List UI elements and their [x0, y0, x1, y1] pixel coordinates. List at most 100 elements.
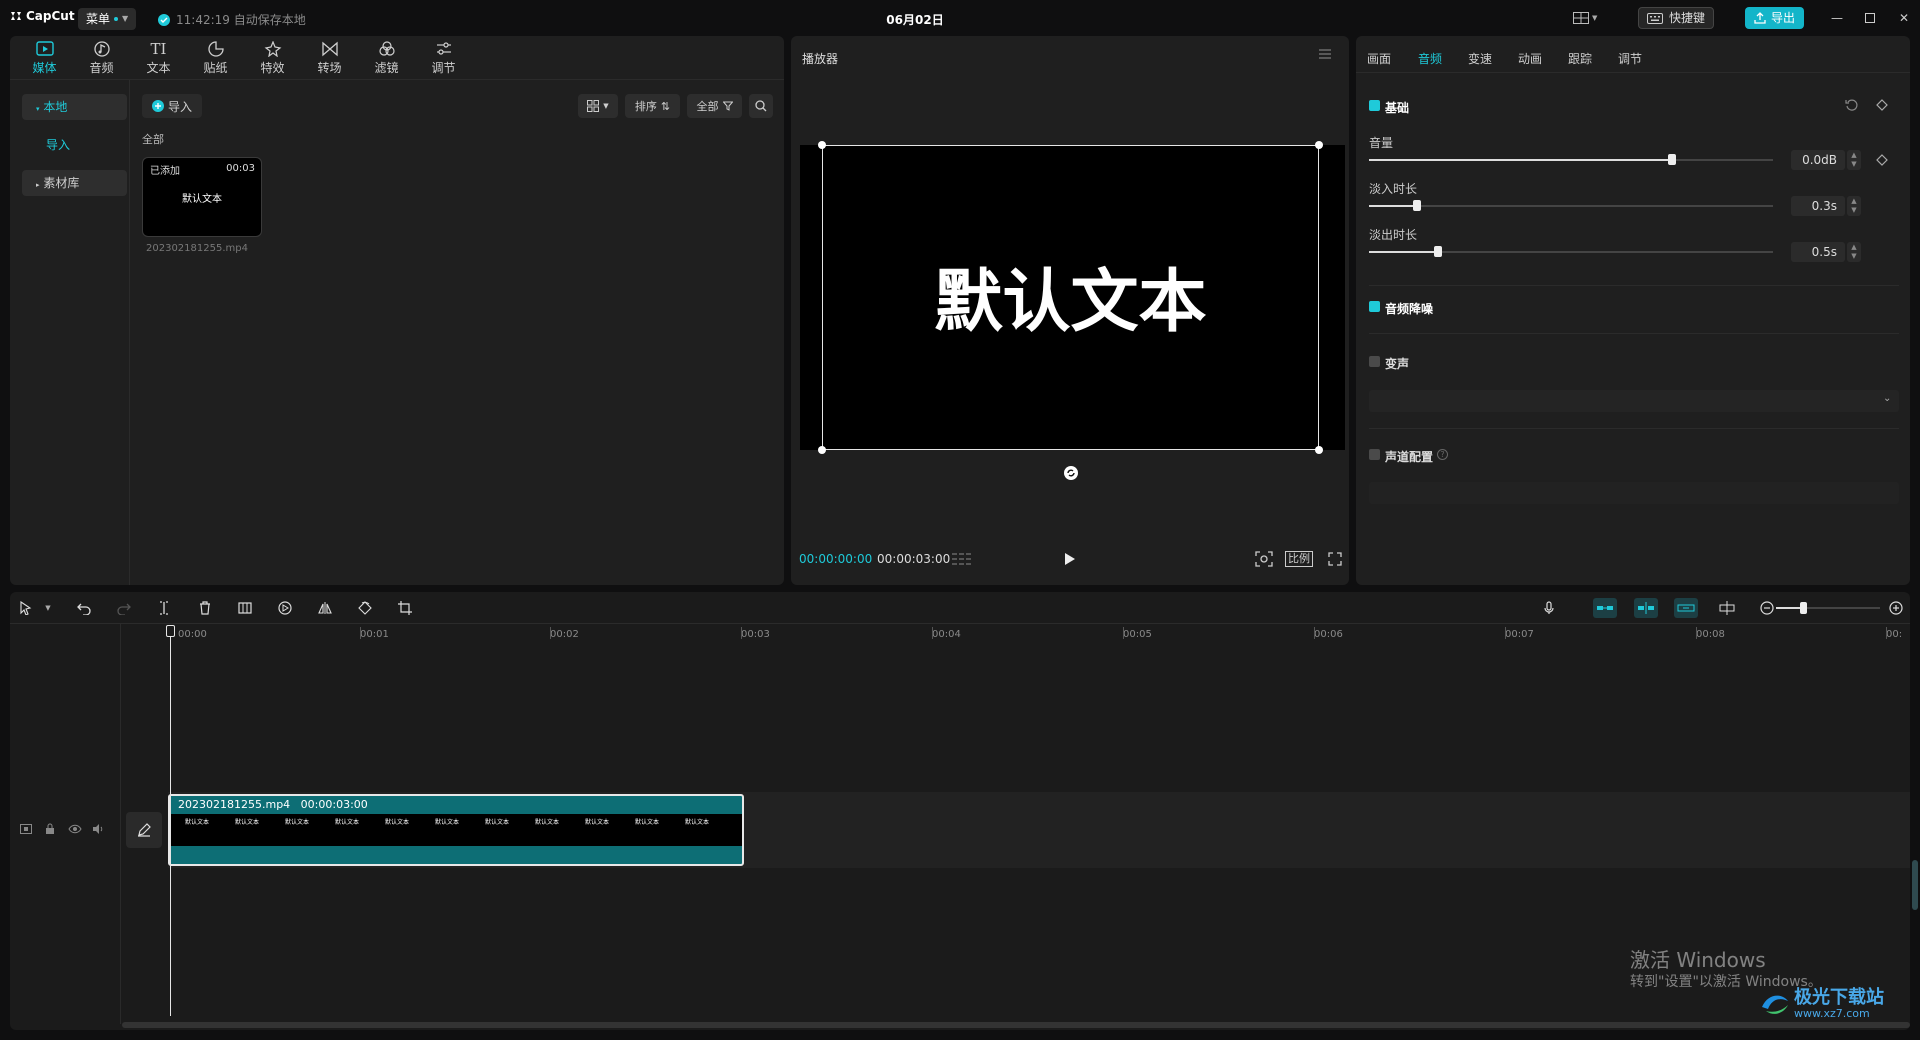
tool-filter[interactable]: 滤镜	[358, 36, 415, 80]
mirror-icon[interactable]	[315, 598, 335, 618]
tool-media[interactable]: 媒体	[16, 36, 73, 80]
tool-text[interactable]: TI 文本	[130, 36, 187, 80]
zoom-in-icon[interactable]	[1886, 598, 1906, 618]
media-item-thumbnail[interactable]: 已添加 00:03 默认文本	[142, 157, 262, 237]
pencil-icon	[137, 823, 151, 837]
fullscreen-icon[interactable]	[1327, 551, 1343, 567]
sidebar-item-local[interactable]: ▾ 本地	[22, 94, 127, 120]
tab-animation[interactable]: 动画	[1518, 50, 1542, 67]
shortcut-button[interactable]: 快捷键	[1638, 7, 1715, 29]
close-icon[interactable]: ✕	[1895, 9, 1913, 27]
fadein-slider-track[interactable]	[1369, 205, 1773, 207]
edit-cover-button[interactable]	[126, 812, 162, 848]
resize-handle-tl[interactable]	[818, 141, 826, 149]
zoom-slider-knob[interactable]	[1800, 602, 1807, 614]
tab-picture[interactable]: 画面	[1367, 50, 1391, 67]
fadein-slider-knob[interactable]	[1413, 200, 1421, 211]
main-track-magnet-icon[interactable]	[1593, 598, 1617, 618]
fit-screen-icon[interactable]	[1255, 551, 1273, 567]
fadein-stepper-icon[interactable]: ▲ ▼	[1847, 196, 1861, 216]
voice-change-checkbox[interactable]	[1369, 356, 1380, 367]
help-icon[interactable]: ?	[1437, 449, 1448, 460]
reset-icon[interactable]	[1845, 98, 1859, 112]
tool-adjust[interactable]: 调节	[415, 36, 472, 80]
rotate-handle-icon[interactable]	[1063, 465, 1079, 481]
playhead-handle[interactable]	[166, 625, 175, 637]
select-tool-icon[interactable]	[16, 598, 36, 618]
channel-checkbox[interactable]	[1369, 449, 1380, 460]
sidebar-item-import[interactable]: 导入	[32, 132, 137, 158]
timecode-grid-icon[interactable]	[952, 552, 974, 566]
freeze-icon[interactable]	[235, 598, 255, 618]
ruler[interactable]: 00:00 00:01 00:02 00:03 00:04 00:05 00:0…	[168, 624, 1910, 642]
ratio-button[interactable]: 比例	[1285, 551, 1313, 567]
play-icon[interactable]	[1064, 552, 1076, 566]
sort-button[interactable]: 排序 ⇅	[625, 94, 680, 118]
basic-checkbox[interactable]	[1369, 100, 1380, 111]
volume-stepper-icon[interactable]: ▲ ▼	[1847, 150, 1861, 170]
keyframe-icon[interactable]	[1876, 99, 1888, 111]
denoise-checkbox[interactable]	[1369, 301, 1380, 312]
playhead-line[interactable]	[170, 630, 171, 1016]
fadeout-slider-knob[interactable]	[1434, 246, 1442, 257]
tool-audio[interactable]: 音频	[73, 36, 130, 80]
split-icon[interactable]	[154, 598, 174, 618]
chevron-down-icon[interactable]: ▼	[38, 598, 58, 618]
canvas-text[interactable]: 默认文本	[822, 268, 1319, 338]
tool-effects[interactable]: 特效	[244, 36, 301, 80]
fadeout-stepper-icon[interactable]: ▲ ▼	[1847, 242, 1861, 262]
ruler-label: 00:06	[1314, 629, 1343, 640]
linkage-icon[interactable]	[1674, 598, 1698, 618]
preview-axis-icon[interactable]	[1717, 598, 1737, 618]
resize-handle-bl[interactable]	[818, 446, 826, 454]
player-menu-icon[interactable]	[1318, 48, 1332, 60]
horizontal-scrollbar[interactable]	[122, 1022, 1910, 1028]
eye-icon[interactable]	[68, 824, 82, 834]
undo-icon[interactable]	[74, 598, 94, 618]
ruler-label: 00:05	[1123, 629, 1152, 640]
fadeout-slider-fill	[1369, 251, 1438, 253]
search-button[interactable]	[749, 94, 773, 118]
maximize-icon[interactable]	[1861, 9, 1879, 27]
transition-icon	[321, 41, 339, 57]
import-button[interactable]: 导入	[142, 94, 202, 118]
track-cover-icon[interactable]	[20, 824, 32, 834]
fadein-value[interactable]: 0.3s	[1791, 196, 1845, 216]
rotate-icon[interactable]	[355, 598, 375, 618]
resize-handle-br[interactable]	[1315, 446, 1323, 454]
video-clip[interactable]: 202302181255.mp4 00:00:03:00	[168, 794, 744, 866]
channel-dropdown[interactable]	[1369, 482, 1899, 504]
tab-adjust[interactable]: 调节	[1618, 50, 1642, 67]
crop-icon[interactable]	[395, 598, 415, 618]
ruler-tick	[1886, 627, 1887, 639]
resize-handle-tr[interactable]	[1315, 141, 1323, 149]
reverse-icon[interactable]	[275, 598, 295, 618]
volume-slider-knob[interactable]	[1668, 154, 1676, 165]
tab-tracking[interactable]: 跟踪	[1568, 50, 1592, 67]
lock-icon[interactable]	[45, 823, 55, 835]
fadeout-value[interactable]: 0.5s	[1791, 242, 1845, 262]
sort-icon: ⇅	[660, 99, 671, 113]
filter-button[interactable]: 全部	[687, 94, 742, 118]
layout-icon[interactable]: ▼	[1573, 10, 1603, 26]
view-mode-button[interactable]: ▼	[578, 94, 618, 118]
microphone-icon[interactable]	[1539, 598, 1559, 618]
tab-speed[interactable]: 变速	[1468, 50, 1492, 67]
sidebar-item-library[interactable]: ▸ 素材库	[22, 170, 127, 196]
auto-snap-icon[interactable]	[1634, 598, 1658, 618]
minimize-icon[interactable]: —	[1828, 9, 1846, 27]
tab-audio[interactable]: 音频	[1418, 50, 1442, 67]
speaker-icon[interactable]	[92, 824, 104, 834]
delete-icon[interactable]	[195, 598, 215, 618]
audio-icon	[93, 40, 111, 57]
clip-frame: 默认文本	[235, 819, 260, 826]
volume-value[interactable]: 0.0dB	[1791, 150, 1845, 170]
volume-keyframe-icon[interactable]	[1876, 154, 1888, 166]
redo-icon[interactable]	[114, 598, 134, 618]
zoom-out-icon[interactable]	[1757, 598, 1777, 618]
tool-transition[interactable]: 转场	[301, 36, 358, 80]
export-button[interactable]: 导出	[1745, 7, 1805, 29]
tool-sticker[interactable]: 贴纸	[187, 36, 244, 80]
voice-change-dropdown[interactable]	[1369, 390, 1899, 412]
vertical-scrollbar[interactable]	[1912, 860, 1918, 910]
